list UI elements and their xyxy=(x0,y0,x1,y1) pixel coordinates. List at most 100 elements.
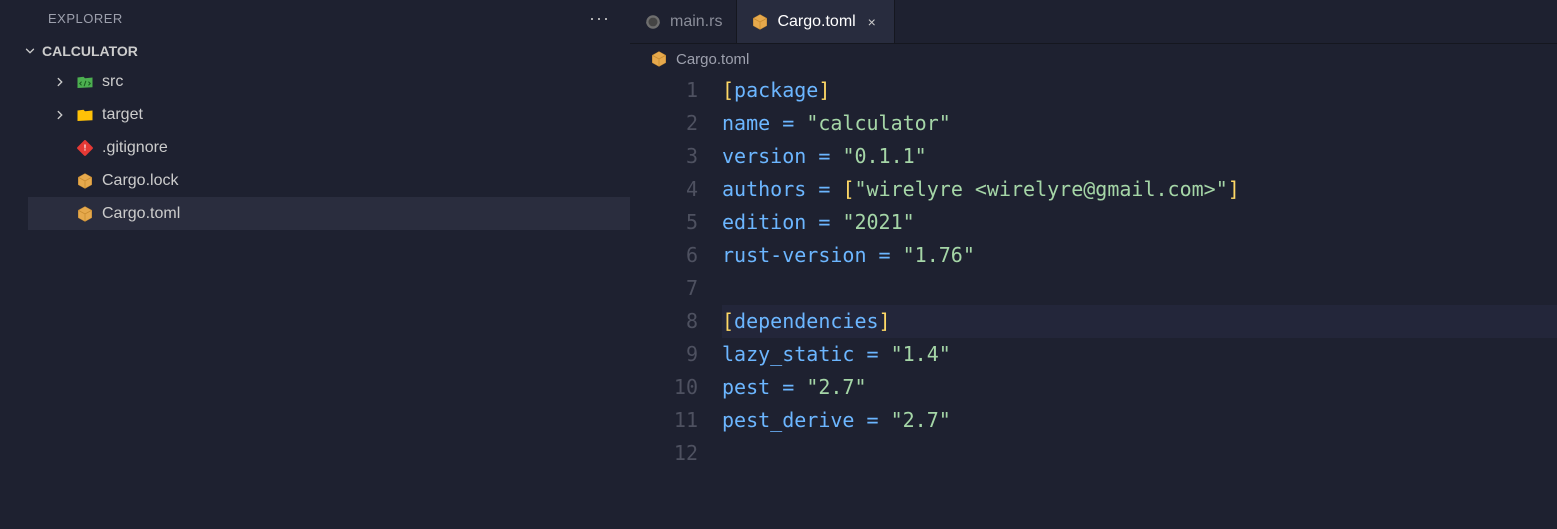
code-line[interactable]: lazy_static = "1.4" xyxy=(722,338,1557,371)
code-line[interactable]: authors = ["wirelyre <wirelyre@gmail.com… xyxy=(722,173,1557,206)
tree-file[interactable]: Cargo.toml xyxy=(28,197,630,230)
token-op: = xyxy=(782,111,794,135)
code-line[interactable]: pest = "2.7" xyxy=(722,371,1557,404)
token-sep xyxy=(854,342,866,366)
breadcrumb[interactable]: Cargo.toml xyxy=(630,44,1557,74)
svg-text:!: ! xyxy=(84,143,87,152)
token-sep xyxy=(770,111,782,135)
token-str: "1.76" xyxy=(903,243,975,267)
tree-folder[interactable]: target xyxy=(28,98,630,131)
tree-item-label: Cargo.lock xyxy=(102,172,178,190)
tab-label: Cargo.toml xyxy=(777,13,855,31)
tab-bar: main.rs Cargo.toml × xyxy=(630,0,1557,44)
rust-icon xyxy=(644,13,662,31)
file-tree: src target!.gitignore Cargo.lock Cargo.toml xyxy=(0,65,630,230)
line-number: 6 xyxy=(630,239,698,272)
token-str: "2.7" xyxy=(806,375,866,399)
token-bracket: ] xyxy=(818,78,830,102)
token-sep xyxy=(879,342,891,366)
token-bracket: ] xyxy=(879,309,891,333)
line-number: 2 xyxy=(630,107,698,140)
token-bracket: ] xyxy=(1228,177,1240,201)
workspace-name: CALCULATOR xyxy=(42,43,138,59)
line-number: 10 xyxy=(630,371,698,404)
chevron-right-icon xyxy=(52,107,68,123)
token-key: dependencies xyxy=(734,309,879,333)
token-key: authors xyxy=(722,177,806,201)
explorer-sidebar: EXPLORER ··· CALCULATOR src target!.gitig… xyxy=(0,0,630,529)
code-line[interactable]: edition = "2021" xyxy=(722,206,1557,239)
tree-folder[interactable]: src xyxy=(28,65,630,98)
code-line[interactable]: name = "calculator" xyxy=(722,107,1557,140)
tab-Cargo-toml[interactable]: Cargo.toml × xyxy=(737,0,894,43)
tree-item-label: src xyxy=(102,73,123,91)
token-sep xyxy=(806,177,818,201)
tab-main-rs[interactable]: main.rs xyxy=(630,0,737,43)
line-number: 1 xyxy=(630,74,698,107)
token-key: lazy_static xyxy=(722,342,854,366)
code-line[interactable] xyxy=(722,437,1557,470)
cargo-icon xyxy=(650,50,668,68)
code-line[interactable] xyxy=(722,272,1557,305)
workspace-header[interactable]: CALCULATOR xyxy=(0,37,630,65)
token-str: "0.1.1" xyxy=(842,144,926,168)
line-number: 4 xyxy=(630,173,698,206)
target-folder-icon xyxy=(76,106,94,124)
token-sep xyxy=(806,144,818,168)
line-number: 11 xyxy=(630,404,698,437)
line-number: 5 xyxy=(630,206,698,239)
line-number: 12 xyxy=(630,437,698,470)
token-op: = xyxy=(867,342,879,366)
token-str: "2021" xyxy=(842,210,914,234)
token-sep xyxy=(794,111,806,135)
token-key: name xyxy=(722,111,770,135)
token-sep xyxy=(867,243,879,267)
close-icon[interactable]: × xyxy=(864,14,880,30)
token-key: pest xyxy=(722,375,770,399)
token-bracket: [ xyxy=(722,78,734,102)
token-str: "2.7" xyxy=(891,408,951,432)
token-key: version xyxy=(722,144,806,168)
line-number: 9 xyxy=(630,338,698,371)
tree-file[interactable]: Cargo.lock xyxy=(28,164,630,197)
code-line[interactable]: [package] xyxy=(722,74,1557,107)
tree-file[interactable]: !.gitignore xyxy=(28,131,630,164)
code-editor[interactable]: 123456789101112 [package]name = "calcula… xyxy=(630,74,1557,470)
code-line[interactable]: rust-version = "1.76" xyxy=(722,239,1557,272)
token-sep xyxy=(830,210,842,234)
token-op: = xyxy=(867,408,879,432)
token-bracket: [ xyxy=(842,177,854,201)
src-folder-icon xyxy=(76,73,94,91)
token-sep xyxy=(794,375,806,399)
token-str: "1.4" xyxy=(891,342,951,366)
code-line[interactable]: pest_derive = "2.7" xyxy=(722,404,1557,437)
chevron-down-icon xyxy=(22,43,38,59)
token-key: edition xyxy=(722,210,806,234)
token-str: "wirelyre <wirelyre@gmail.com>" xyxy=(854,177,1227,201)
token-op: = xyxy=(782,375,794,399)
more-icon[interactable]: ··· xyxy=(589,8,610,29)
line-gutter: 123456789101112 xyxy=(630,74,722,470)
token-key: rust-version xyxy=(722,243,867,267)
token-sep xyxy=(891,243,903,267)
line-number: 3 xyxy=(630,140,698,173)
line-number: 8 xyxy=(630,305,698,338)
cargo-icon xyxy=(751,13,769,31)
code-content[interactable]: [package]name = "calculator"version = "0… xyxy=(722,74,1557,470)
breadcrumb-file: Cargo.toml xyxy=(676,51,749,68)
token-sep xyxy=(879,408,891,432)
code-line[interactable]: version = "0.1.1" xyxy=(722,140,1557,173)
token-sep xyxy=(770,375,782,399)
token-op: = xyxy=(818,144,830,168)
tree-item-label: Cargo.toml xyxy=(102,205,180,223)
code-line[interactable]: [dependencies] xyxy=(722,305,1557,338)
token-key: package xyxy=(734,78,818,102)
token-bracket: [ xyxy=(722,309,734,333)
editor-area: main.rsCargo.toml× Cargo.toml 1234567891… xyxy=(630,0,1557,529)
cargo-icon xyxy=(76,205,94,223)
token-sep xyxy=(854,408,866,432)
gitignore-icon: ! xyxy=(76,139,94,157)
token-op: = xyxy=(879,243,891,267)
token-sep xyxy=(806,210,818,234)
explorer-header: EXPLORER ··· xyxy=(0,0,630,37)
